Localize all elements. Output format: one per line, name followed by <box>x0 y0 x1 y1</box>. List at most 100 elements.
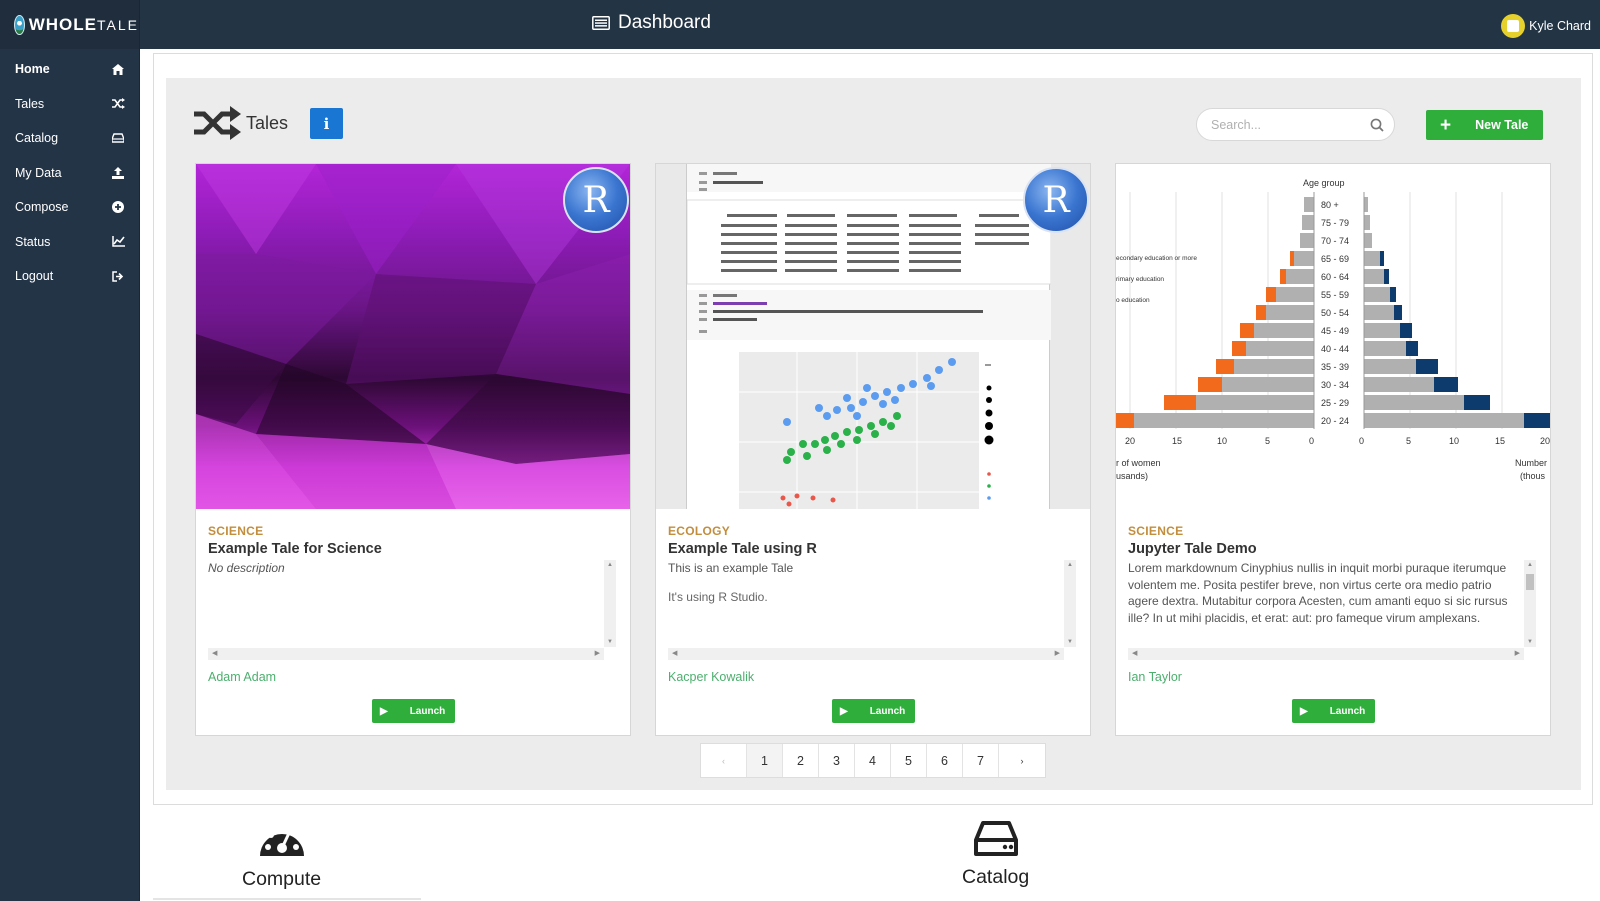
svg-text:Age group: Age group <box>1303 178 1345 188</box>
prev-page-button[interactable]: ‹ <box>701 744 747 777</box>
tale-author[interactable]: Ian Taylor <box>1128 670 1182 684</box>
description-text: It's using R Studio. <box>668 589 768 604</box>
sidebar-item-label: Logout <box>15 269 54 284</box>
page-button[interactable]: 1 <box>747 744 783 777</box>
tales-title: Tales <box>246 112 289 133</box>
shuffle-icon <box>194 106 241 140</box>
dashboard-icon <box>592 16 610 30</box>
tale-author[interactable]: Adam Adam <box>208 670 276 684</box>
scroll-down-icon[interactable]: ▼ <box>1067 639 1073 645</box>
catalog-section[interactable]: Catalog <box>962 820 1029 889</box>
dashboard-gauge-icon <box>259 827 304 856</box>
scroll-up-icon[interactable]: ▲ <box>1527 562 1533 568</box>
r-logo-icon: R <box>563 167 629 233</box>
svg-text:rimary education: rimary education <box>1116 276 1164 283</box>
logo-text-bold: WHOLE <box>28 14 98 34</box>
sidebar-item-catalog[interactable]: Catalog <box>0 121 139 156</box>
compute-label: Compute <box>242 868 322 890</box>
vertical-scrollbar[interactable]: ▲ ▼ <box>1064 560 1076 647</box>
scroll-left-icon[interactable]: ◀ <box>212 649 217 657</box>
user-menu[interactable]: Kyle Chard <box>1501 14 1591 38</box>
tale-thumbnail[interactable]: R <box>196 164 630 509</box>
new-tale-button[interactable]: + New Tale <box>1426 110 1543 140</box>
shuffle-icon <box>111 97 125 111</box>
svg-text:r of women: r of women <box>1116 458 1161 468</box>
page-button[interactable]: 4 <box>855 744 891 777</box>
compute-section[interactable]: Compute <box>242 820 321 891</box>
pagination: ‹ 1 2 3 4 5 6 7 › <box>700 743 1046 778</box>
launch-button[interactable]: ▶ Launch <box>832 699 915 723</box>
tale-card[interactable]: R SCIENCE Example Tale for Science No de… <box>195 163 631 736</box>
svg-text:Number: Number <box>1515 458 1547 468</box>
sidebar-item-home[interactable]: Home <box>0 52 139 87</box>
scroll-right-icon[interactable]: ▶ <box>595 649 600 657</box>
info-button[interactable]: i <box>310 108 343 139</box>
launch-button[interactable]: ▶ Launch <box>372 699 455 723</box>
page-button[interactable]: 3 <box>819 744 855 777</box>
svg-text:40 - 44: 40 - 44 <box>1321 344 1349 354</box>
page-button[interactable]: 2 <box>783 744 819 777</box>
svg-text:(thous: (thous <box>1520 471 1546 481</box>
vertical-scrollbar[interactable]: ▲ ▼ <box>1524 560 1536 647</box>
catalog-label: Catalog <box>962 866 1030 888</box>
svg-text:45 - 49: 45 - 49 <box>1321 326 1349 336</box>
tale-author[interactable]: Kacper Kowalik <box>668 670 754 684</box>
next-page-button[interactable]: › <box>999 744 1045 777</box>
page-title-text: Dashboard <box>618 12 711 33</box>
svg-text:econdary education or more: econdary education or more <box>1116 255 1197 262</box>
launch-button[interactable]: ▶ Launch <box>1292 699 1375 723</box>
scroll-left-icon[interactable]: ◀ <box>672 649 677 657</box>
top-bar: Dashboard Kyle Chard <box>140 0 1600 49</box>
svg-text:60 - 64: 60 - 64 <box>1321 272 1349 282</box>
scroll-down-icon[interactable]: ▼ <box>607 639 613 645</box>
tale-card[interactable]: Age group 80 + 75 - 79 70 - 74 65 - 69 60 - … <box>1115 163 1551 736</box>
drive-icon <box>111 131 125 145</box>
svg-text:55 - 59: 55 - 59 <box>1321 290 1349 300</box>
tale-thumbnail[interactable]: R <box>656 164 1090 509</box>
tale-title[interactable]: Example Tale for Science <box>208 541 382 557</box>
page-button[interactable]: 6 <box>927 744 963 777</box>
horizontal-scrollbar[interactable]: ◀ ▶ <box>668 648 1064 660</box>
avatar <box>1501 14 1526 38</box>
svg-text:0: 0 <box>1309 436 1314 446</box>
tale-description: No description <box>208 560 616 660</box>
scroll-left-icon[interactable]: ◀ <box>1132 649 1137 657</box>
divider <box>153 898 421 900</box>
sidebar-item-label: Home <box>15 62 50 77</box>
home-icon <box>111 62 125 76</box>
search-box[interactable] <box>1196 108 1395 141</box>
scroll-right-icon[interactable]: ▶ <box>1055 649 1060 657</box>
horizontal-scrollbar[interactable]: ◀ ▶ <box>1128 648 1524 660</box>
description-text: Lorem markdownum Cinyphius nullis in inq… <box>1128 561 1508 625</box>
svg-text:15: 15 <box>1495 436 1505 446</box>
page-button[interactable]: 5 <box>891 744 927 777</box>
play-icon: ▶ <box>380 705 388 717</box>
tale-title[interactable]: Example Tale using R <box>668 541 817 557</box>
horizontal-scrollbar[interactable]: ◀ ▶ <box>208 648 604 660</box>
scroll-up-icon[interactable]: ▲ <box>1067 562 1073 568</box>
sidebar-item-my-data[interactable]: My Data <box>0 156 139 191</box>
description-text: No description <box>208 561 285 575</box>
scroll-right-icon[interactable]: ▶ <box>1515 649 1520 657</box>
tale-card[interactable]: R ECOLOGY Example Tale using R This is a… <box>655 163 1091 736</box>
scroll-thumb[interactable] <box>1526 574 1534 590</box>
scroll-down-icon[interactable]: ▼ <box>1527 639 1533 645</box>
tale-thumbnail[interactable]: Age group 80 + 75 - 79 70 - 74 65 - 69 60 - … <box>1116 164 1550 509</box>
sidebar-item-tales[interactable]: Tales <box>0 87 139 122</box>
svg-text:20 - 24: 20 - 24 <box>1321 416 1349 426</box>
svg-text:80 +: 80 + <box>1321 200 1339 210</box>
tales-header: Tales <box>192 105 288 141</box>
search-input[interactable] <box>1211 117 1361 132</box>
play-icon: ▶ <box>840 705 848 717</box>
sidebar-item-label: Catalog <box>15 131 59 146</box>
vertical-scrollbar[interactable]: ▲ ▼ <box>604 560 616 647</box>
tale-title[interactable]: Jupyter Tale Demo <box>1128 541 1257 557</box>
app-logo[interactable]: WHOLETALE <box>0 0 139 49</box>
scroll-up-icon[interactable]: ▲ <box>607 562 613 568</box>
sidebar-item-status[interactable]: Status <box>0 225 139 260</box>
page-button[interactable]: 7 <box>963 744 999 777</box>
sidebar-item-logout[interactable]: Logout <box>0 259 139 294</box>
search-icon[interactable] <box>1370 118 1384 132</box>
sidebar-item-compose[interactable]: Compose <box>0 190 139 225</box>
upload-icon <box>111 166 125 180</box>
